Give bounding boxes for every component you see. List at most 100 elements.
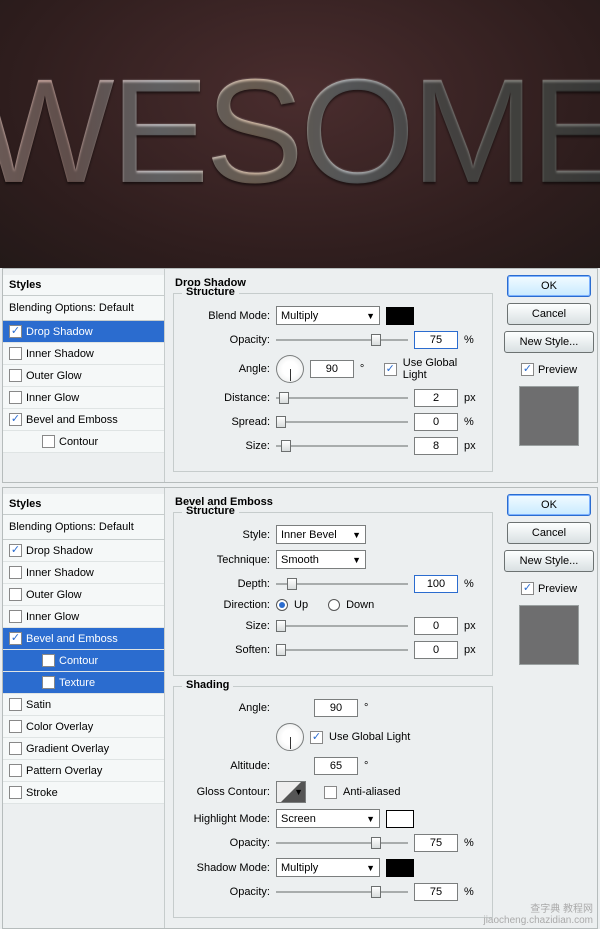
bevel-size-input[interactable]: 0 [414,617,458,635]
anti-aliased-checkbox[interactable] [324,786,337,799]
style-item-outer-glow[interactable]: Outer Glow [3,365,164,387]
blending-options-header[interactable]: Blending Options: Default [3,515,164,540]
use-global-light-checkbox[interactable] [384,363,397,376]
soften-input[interactable]: 0 [414,641,458,659]
watermark-line1: 查字典 教程网 [483,904,593,915]
cancel-button[interactable]: Cancel [507,522,591,544]
style-item-checkbox[interactable] [9,544,22,557]
style-item-checkbox[interactable] [9,369,22,382]
direction-up-radio[interactable] [276,599,288,611]
style-item-gradient-overlay[interactable]: Gradient Overlay [3,738,164,760]
bevel-size-slider[interactable] [276,625,408,627]
style-preview-swatch [519,386,579,446]
style-item-outer-glow[interactable]: Outer Glow [3,584,164,606]
style-item-checkbox[interactable] [9,347,22,360]
style-item-checkbox[interactable] [9,566,22,579]
style-item-label: Drop Shadow [26,545,93,557]
shadow-opacity-slider[interactable] [276,891,408,893]
style-item-stroke[interactable]: Stroke [3,782,164,804]
direction-label: Direction: [182,599,270,611]
depth-input[interactable]: 100 [414,575,458,593]
style-item-bevel-and-emboss[interactable]: Bevel and Emboss [3,409,164,431]
style-item-checkbox[interactable] [42,435,55,448]
style-item-texture[interactable]: Texture [3,672,164,694]
soften-label: Soften: [182,644,270,656]
angle-input[interactable]: 90 [310,360,354,378]
size-slider[interactable] [276,445,408,447]
style-item-checkbox[interactable] [9,588,22,601]
style-item-inner-glow[interactable]: Inner Glow [3,606,164,628]
gloss-contour-picker[interactable]: ▼ [276,781,306,803]
highlight-opacity-input[interactable]: 75 [414,834,458,852]
style-item-checkbox[interactable] [9,325,22,338]
opacity-slider[interactable] [276,339,408,341]
angle-wheel[interactable] [276,355,304,383]
shadow-opacity-unit: % [464,886,484,898]
new-style-button[interactable]: New Style... [504,550,594,572]
depth-slider[interactable] [276,583,408,585]
style-item-contour[interactable]: Contour [3,650,164,672]
style-item-label: Bevel and Emboss [26,414,118,426]
opacity-input[interactable]: 75 [414,331,458,349]
shadow-color-swatch[interactable] [386,307,414,325]
shading-angle-input[interactable]: 90 [314,699,358,717]
style-item-checkbox[interactable] [9,698,22,711]
spread-input[interactable]: 0 [414,413,458,431]
bevel-style-dropdown[interactable]: Inner Bevel▼ [276,525,366,544]
style-item-checkbox[interactable] [9,720,22,733]
style-item-checkbox[interactable] [42,676,55,689]
style-item-pattern-overlay[interactable]: Pattern Overlay [3,760,164,782]
shadow-mode-color-swatch[interactable] [386,859,414,877]
style-item-inner-shadow[interactable]: Inner Shadow [3,343,164,365]
style-item-label: Texture [59,677,95,689]
highlight-opacity-slider[interactable] [276,842,408,844]
technique-dropdown[interactable]: Smooth▼ [276,550,366,569]
style-item-contour[interactable]: Contour [3,431,164,453]
style-item-drop-shadow[interactable]: Drop Shadow [3,321,164,343]
chevron-down-icon: ▼ [352,530,361,540]
highlight-mode-dropdown[interactable]: Screen▼ [276,809,380,828]
direction-down-radio[interactable] [328,599,340,611]
shading-angle-wheel[interactable] [276,723,304,751]
ok-button[interactable]: OK [507,494,591,516]
style-item-color-overlay[interactable]: Color Overlay [3,716,164,738]
shading-global-light-checkbox[interactable] [310,731,323,744]
chevron-down-icon: ▼ [366,814,375,824]
style-item-satin[interactable]: Satin [3,694,164,716]
style-item-checkbox[interactable] [9,742,22,755]
ok-button[interactable]: OK [507,275,591,297]
style-item-drop-shadow[interactable]: Drop Shadow [3,540,164,562]
dialog-buttons-column: OK Cancel New Style... Preview [501,488,597,928]
angle-unit: ° [360,363,378,375]
soften-slider[interactable] [276,649,408,651]
styles-list-column: Styles Blending Options: Default Drop Sh… [3,488,165,928]
shadow-mode-dropdown[interactable]: Multiply▼ [276,858,380,877]
blending-options-header[interactable]: Blending Options: Default [3,296,164,321]
altitude-input[interactable]: 65 [314,757,358,775]
style-item-checkbox[interactable] [42,654,55,667]
style-item-checkbox[interactable] [9,610,22,623]
distance-slider[interactable] [276,397,408,399]
layer-style-dialog-drop-shadow: Styles Blending Options: Default Drop Sh… [2,268,598,483]
style-item-checkbox[interactable] [9,632,22,645]
shading-angle-label: Angle: [182,702,270,714]
cancel-button[interactable]: Cancel [507,303,591,325]
style-item-inner-glow[interactable]: Inner Glow [3,387,164,409]
style-item-bevel-and-emboss[interactable]: Bevel and Emboss [3,628,164,650]
style-item-checkbox[interactable] [9,391,22,404]
preview-checkbox[interactable] [521,363,534,376]
preview-label: Preview [538,583,577,595]
spread-slider[interactable] [276,421,408,423]
style-item-inner-shadow[interactable]: Inner Shadow [3,562,164,584]
style-item-checkbox[interactable] [9,764,22,777]
shadow-opacity-input[interactable]: 75 [414,883,458,901]
style-item-checkbox[interactable] [9,786,22,799]
highlight-color-swatch[interactable] [386,810,414,828]
blend-mode-dropdown[interactable]: Multiply ▼ [276,306,380,325]
size-input[interactable]: 8 [414,437,458,455]
new-style-button[interactable]: New Style... [504,331,594,353]
spread-unit: % [464,416,484,428]
preview-checkbox[interactable] [521,582,534,595]
distance-input[interactable]: 2 [414,389,458,407]
style-item-checkbox[interactable] [9,413,22,426]
